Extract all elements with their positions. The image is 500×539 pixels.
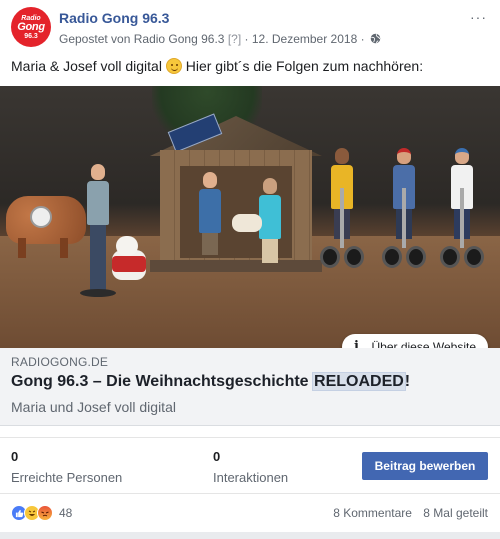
segway-pole [340, 188, 344, 248]
nativity-stable [150, 113, 322, 272]
segway-wheel [440, 246, 460, 268]
king-on-segway-3 [440, 148, 484, 268]
figure-stand [80, 289, 116, 297]
page-name-link[interactable]: Radio Gong 96.3 [59, 10, 169, 26]
link-title-suffix: ! [404, 373, 411, 390]
meta-separator: · [244, 32, 249, 46]
cow-legs [18, 238, 78, 258]
reactions-bar: 48 8 Kommentare 8 Mal geteilt [0, 493, 500, 532]
post-insights: 0 Erreichte Personen 0 Interaktionen Bei… [0, 437, 500, 493]
segway-wheel [406, 246, 426, 268]
facebook-post: Radio Gong 96.3 Radio Gong 96.3 Gepostet… [0, 0, 500, 539]
link-title-highlight: RELOADED [313, 373, 405, 390]
king-on-segway-1 [320, 148, 364, 268]
reached-people-stat[interactable]: 0 Erreichte Personen [11, 449, 122, 485]
post-image[interactable] [0, 86, 500, 348]
feed-divider [0, 532, 500, 539]
link-title-prefix: Gong 96.3 – Die Weihnachtsgeschichte [11, 373, 314, 390]
interactions-stat[interactable]: 0 Interaktionen [213, 449, 288, 485]
dog-head [116, 236, 138, 256]
segway-pole [402, 188, 406, 248]
engagement-counts: 8 Kommentare 8 Mal geteilt [333, 506, 488, 520]
figure-head [455, 148, 469, 164]
post-text-start: Maria & Josef voll digital [11, 58, 162, 74]
meta-separator-2: · [360, 32, 365, 46]
comments-count-link[interactable]: 8 Kommentare [333, 506, 412, 520]
shares-count-link[interactable]: 8 Mal geteilt [423, 506, 488, 520]
link-title[interactable]: Gong 96.3 – Die Weihnachtsgeschichte REL… [11, 373, 410, 391]
segway-wheel [344, 246, 364, 268]
king-on-segway-2 [382, 148, 426, 268]
figure-legs [202, 233, 218, 255]
post-text-end: Hier gibt´s die Folgen zum nachhören: [185, 58, 424, 74]
segway-wheel [320, 246, 340, 268]
figure-head [91, 164, 105, 180]
cow-figure [6, 196, 96, 258]
logo-text-frequency: 96.3 [24, 32, 38, 40]
figure-head [335, 148, 349, 164]
post-message: Maria & Josef voll digital Hier gibt´s d… [11, 58, 423, 74]
interactions-value: 0 [213, 449, 221, 464]
figure-torso [259, 195, 281, 239]
cow-badge [30, 206, 52, 228]
post-meta: Gepostet von Radio Gong 96.3 [?] · 12. D… [59, 32, 381, 46]
crib-blanket [232, 214, 262, 232]
figure-legs [262, 239, 278, 263]
link-preview[interactable]: RADIOGONG.DE Gong 96.3 – Die Weihnachtsg… [0, 348, 500, 426]
stable-base [150, 260, 322, 272]
segway-wheel [464, 246, 484, 268]
figure-joseph [198, 172, 222, 255]
angry-icon [37, 505, 53, 521]
figure-baby-crib [232, 214, 262, 232]
link-description: Maria und Josef voll digital [11, 399, 176, 415]
reached-people-value: 0 [11, 449, 19, 464]
reactions-summary[interactable]: 48 [11, 505, 72, 521]
post-header: Radio Gong 96.3 Radio Gong 96.3 Gepostet… [11, 7, 491, 51]
segway-wheel [382, 246, 402, 268]
posted-by-link[interactable]: Radio Gong 96.3 [134, 32, 225, 46]
figure-head [397, 148, 411, 164]
dog-vest [112, 256, 146, 272]
dog-figure [112, 236, 152, 286]
reached-people-label: Erreichte Personen [11, 470, 123, 485]
more-options-icon[interactable]: ··· [470, 9, 487, 25]
interactions-label: Interaktionen [213, 470, 289, 485]
help-marker[interactable]: [?] [228, 32, 241, 46]
logo-text-gong: Gong [17, 20, 45, 33]
reaction-count: 48 [59, 506, 73, 520]
link-domain: RADIOGONG.DE [11, 355, 109, 369]
segway-pole [460, 188, 464, 248]
smile-icon [165, 58, 182, 74]
figure-head [203, 172, 217, 188]
posted-by-prefix: Gepostet von [59, 32, 131, 46]
post-date-link[interactable]: 12. Dezember 2018 [252, 32, 357, 46]
figure-head [263, 178, 277, 194]
boost-post-button[interactable]: Beitrag bewerben [362, 452, 488, 480]
page-avatar[interactable]: Radio Gong 96.3 [11, 7, 51, 47]
globe-icon[interactable] [370, 33, 381, 44]
figure-torso [199, 189, 221, 233]
